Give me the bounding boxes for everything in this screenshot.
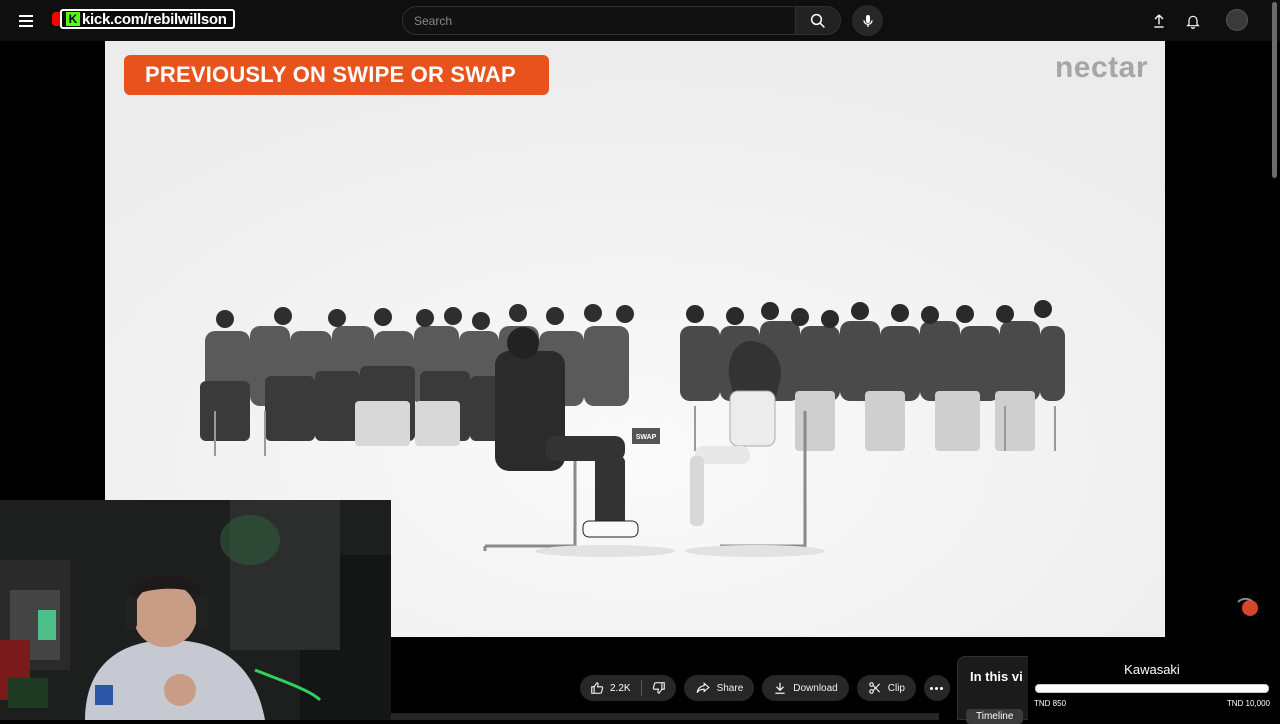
like-button[interactable]: 2.2K	[580, 675, 641, 701]
upload-icon	[1154, 14, 1164, 28]
panel-title: In this vi	[970, 669, 1023, 684]
menu-icon[interactable]	[14, 10, 38, 30]
clip-label: Clip	[887, 682, 905, 694]
kick-badge: K kick.com/rebilwillson	[60, 9, 235, 29]
donation-goal-overlay: Kawasaki TND 850 TND 10,000	[1028, 644, 1280, 720]
webcam-image	[0, 500, 391, 720]
more-dot-icon	[940, 686, 944, 690]
kick-logo-icon: K	[66, 12, 80, 26]
floating-sticker-icon[interactable]	[1236, 596, 1260, 618]
like-dislike-group: 2.2K	[580, 675, 676, 701]
goal-max-label: TND 10,000	[1226, 699, 1270, 708]
search-input[interactable]	[403, 7, 795, 34]
goal-min-label: TND 850	[1034, 699, 1067, 708]
upload-button[interactable]	[1148, 10, 1170, 32]
scissors-icon	[868, 682, 880, 694]
search-icon	[810, 13, 825, 28]
clip-button[interactable]: Clip	[856, 675, 916, 701]
download-button[interactable]: Download	[762, 675, 849, 701]
search-button[interactable]	[795, 6, 841, 35]
like-count: 2.2K	[610, 682, 631, 694]
webcam-overlay	[0, 500, 391, 720]
brand-watermark: nectar	[1054, 51, 1148, 84]
more-actions-button[interactable]	[923, 675, 950, 701]
share-icon	[696, 682, 710, 693]
thumbs-down-icon	[652, 682, 665, 694]
bell-icon	[1186, 15, 1200, 29]
thumbs-up-icon	[591, 682, 604, 694]
download-label: Download	[793, 682, 838, 694]
avatar[interactable]	[1226, 9, 1248, 31]
voice-search-button[interactable]	[852, 5, 883, 36]
tab-timeline[interactable]: Timeline	[966, 709, 1024, 724]
mic-icon	[862, 14, 873, 27]
goal-title: Kawasaki	[1124, 662, 1180, 677]
video-actions: 2.2K Share Download Clip	[580, 675, 950, 701]
search-box	[402, 6, 796, 35]
more-dot-icon	[930, 686, 934, 690]
swap-sign: SWAP	[636, 434, 657, 441]
share-label: Share	[716, 682, 744, 694]
page-scrollbar[interactable]	[1270, 0, 1280, 720]
notifications-button[interactable]	[1182, 10, 1204, 32]
scrollbar-thumb[interactable]	[1272, 2, 1277, 178]
top-bar: K kick.com/rebilwillson	[0, 0, 1280, 41]
download-icon	[775, 682, 785, 694]
video-banner: PREVIOUSLY ON SWIPE OR SWAP	[124, 55, 549, 95]
logo[interactable]: K kick.com/rebilwillson	[52, 8, 235, 30]
dislike-button[interactable]	[642, 675, 676, 701]
channel-url: kick.com/rebilwillson	[82, 10, 227, 28]
goal-progress-bar	[1035, 684, 1269, 693]
share-button[interactable]: Share	[683, 675, 755, 701]
more-dot-icon	[935, 686, 939, 690]
below-video-strip	[391, 713, 939, 720]
